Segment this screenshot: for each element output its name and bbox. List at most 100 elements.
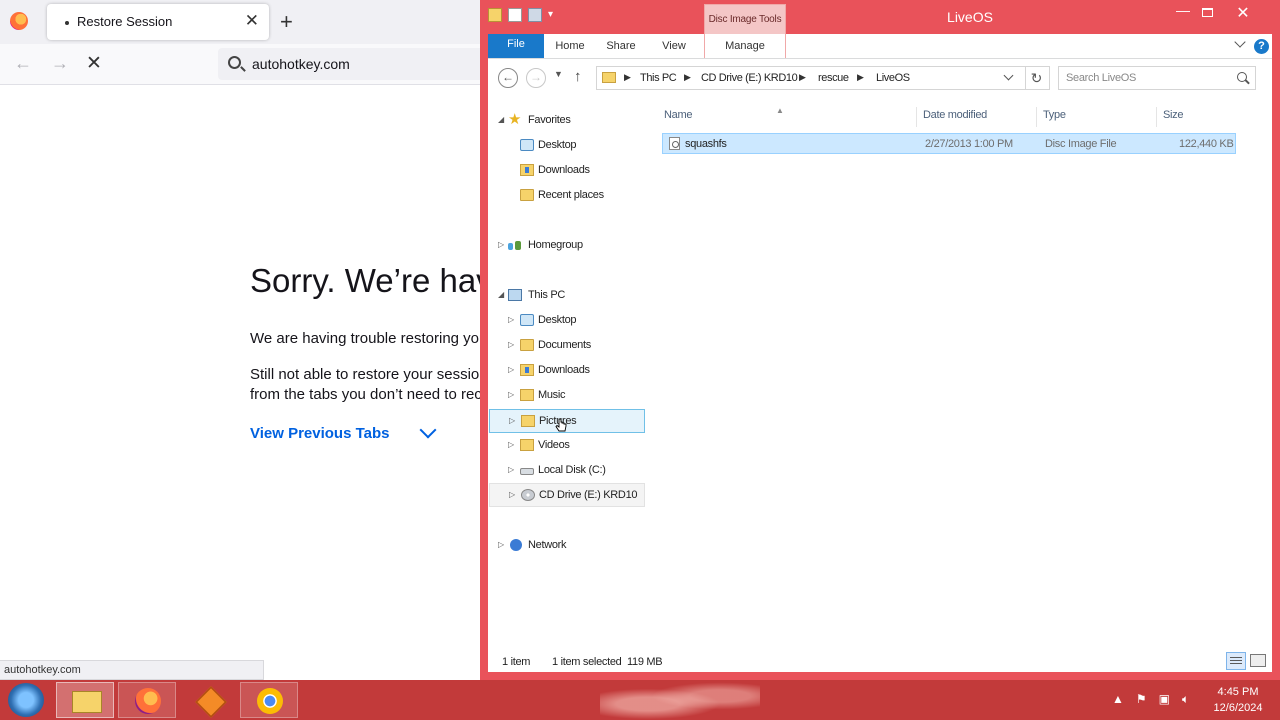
breadcrumb-cd-drive[interactable]: CD Drive (E:) KRD10 — [701, 72, 798, 84]
search-input[interactable]: Search LiveOS — [1058, 66, 1256, 90]
tab-view[interactable]: View — [650, 34, 698, 58]
tree-pc-pictures[interactable]: ▷ Pictures — [489, 409, 645, 433]
expand-icon[interactable]: ▷ — [508, 365, 514, 374]
tree-this-pc[interactable]: ◢ This PC — [496, 284, 646, 308]
page-title: Sorry. We’re hav — [250, 262, 493, 299]
column-header-size[interactable]: Size — [1156, 107, 1236, 127]
tree-label: Downloads — [538, 364, 590, 376]
back-button[interactable]: ← — [498, 68, 518, 88]
tab-close-button[interactable]: ✕ — [245, 11, 259, 31]
stop-loading-icon[interactable]: ✕ — [86, 52, 102, 75]
tab-restore-session[interactable]: Restore Session ✕ — [47, 4, 269, 40]
view-previous-tabs-button[interactable]: View Previous Tabs — [250, 425, 390, 442]
breadcrumb-separator[interactable]: ▶ — [684, 72, 691, 83]
taskbar-file-explorer[interactable] — [56, 682, 114, 718]
tree-fav-desktop[interactable]: Desktop — [496, 134, 646, 158]
expand-icon[interactable]: ▷ — [508, 315, 514, 324]
tree-fav-downloads[interactable]: Downloads — [496, 159, 646, 183]
clock-date: 12/6/2024 — [1213, 702, 1263, 714]
url-text[interactable]: autohotkey.com — [252, 56, 350, 72]
tab-manage[interactable]: Manage — [704, 34, 786, 58]
breadcrumb-separator[interactable]: ▶ — [624, 72, 631, 83]
close-button[interactable]: ✕ — [1230, 3, 1256, 23]
tree-fav-recent[interactable]: Recent places — [496, 184, 646, 208]
system-tray: ▲ ⚑ ▣ 🔈︎ — [1112, 692, 1189, 707]
column-header-date[interactable]: Date modified — [916, 107, 1036, 127]
tree-pc-videos[interactable]: ▷ Videos — [496, 434, 646, 458]
back-arrow-icon[interactable]: ← — [14, 53, 32, 74]
breadcrumb-this-pc[interactable]: This PC — [640, 72, 677, 84]
tree-pc-downloads[interactable]: ▷ Downloads — [496, 359, 646, 383]
tree-pc-local-disk[interactable]: ▷ Local Disk (C:) — [496, 459, 646, 483]
show-hidden-icons-icon[interactable]: ▲ — [1112, 692, 1124, 707]
forward-button[interactable]: → — [526, 68, 546, 88]
forward-arrow-icon[interactable]: → — [51, 53, 69, 74]
expand-ribbon-icon[interactable] — [1234, 36, 1246, 48]
firefox-logo-icon[interactable] — [10, 12, 28, 30]
search-placeholder: Search LiveOS — [1066, 72, 1137, 84]
properties-icon[interactable] — [508, 8, 522, 22]
collapse-icon[interactable]: ◢ — [498, 290, 504, 299]
breadcrumb-separator[interactable]: ▶ — [799, 72, 806, 83]
expand-icon[interactable]: ▷ — [509, 416, 515, 425]
expand-icon[interactable]: ▷ — [508, 340, 514, 349]
expand-icon[interactable]: ▷ — [509, 490, 515, 499]
column-header-name[interactable]: Name ▲ — [658, 106, 916, 127]
collapse-icon[interactable]: ◢ — [498, 115, 504, 124]
explorer-title-bar[interactable]: ▾ Disc Image Tools LiveOS — ✕ — [480, 0, 1280, 34]
recent-locations-icon[interactable]: ▼ — [554, 69, 563, 79]
tree-pc-documents[interactable]: ▷ Documents — [496, 334, 646, 358]
refresh-button[interactable]: ↻ — [1024, 66, 1050, 90]
breadcrumb-rescue[interactable]: rescue — [818, 72, 849, 84]
breadcrumb-separator[interactable]: ▶ — [857, 72, 864, 83]
explorer-status-bar: 1 item 1 item selected 119 MB — [488, 652, 1272, 672]
expand-icon[interactable]: ▷ — [508, 440, 514, 449]
tree-homegroup[interactable]: ▷ Homegroup — [496, 234, 646, 258]
explorer-window: ▾ Disc Image Tools LiveOS — ✕ File Home … — [480, 0, 1280, 680]
expand-icon[interactable]: ▷ — [508, 390, 514, 399]
new-folder-icon[interactable] — [528, 8, 542, 22]
tab-home[interactable]: Home — [550, 34, 590, 58]
expand-icon[interactable]: ▷ — [498, 540, 504, 549]
breadcrumb-liveos[interactable]: LiveOS — [876, 72, 910, 84]
up-arrow-icon[interactable]: ↑ — [574, 68, 582, 85]
help-icon[interactable]: ? — [1254, 39, 1269, 54]
expand-icon[interactable]: ▷ — [498, 240, 504, 249]
expand-icon[interactable]: ▷ — [508, 465, 514, 474]
music-icon — [520, 389, 534, 401]
tree-pc-cd-drive[interactable]: ▷ CD Drive (E:) KRD10 — [489, 483, 645, 507]
new-tab-button[interactable]: + — [280, 9, 293, 35]
minimize-button[interactable]: — — [1170, 2, 1196, 22]
clock[interactable]: 4:45 PM 12/6/2024 — [1208, 684, 1268, 716]
column-header-type[interactable]: Type — [1036, 107, 1156, 127]
chevron-down-icon[interactable] — [419, 421, 437, 439]
tree-favorites[interactable]: ◢ ★ Favorites — [496, 109, 646, 133]
address-bar[interactable]: ▶ This PC ▶ CD Drive (E:) KRD10 ▶ rescue… — [596, 66, 1026, 90]
volume-icon[interactable]: 🔈︎ — [1182, 692, 1189, 707]
recent-places-icon — [520, 189, 534, 201]
taskbar-firefox[interactable] — [118, 682, 176, 718]
taskbar-wallpaper-decoration — [600, 680, 760, 720]
start-button[interactable] — [8, 683, 44, 717]
tab-file[interactable]: File — [488, 34, 544, 58]
action-center-flag-icon[interactable]: ⚑ — [1136, 692, 1147, 707]
network-status-icon[interactable]: ▣ — [1159, 692, 1170, 707]
taskbar-chrome[interactable] — [240, 682, 298, 718]
tree-pc-music[interactable]: ▷ Music — [496, 384, 646, 408]
file-row[interactable]: squashfs 2/27/2013 1:00 PM Disc Image Fi… — [662, 133, 1236, 154]
details-view-button[interactable] — [1226, 652, 1246, 670]
disc-image-file-icon — [669, 137, 680, 150]
maximize-button[interactable] — [1194, 4, 1220, 24]
error-hint: Still not able to restore your session f… — [250, 365, 488, 405]
tree-label: CD Drive (E:) KRD10 — [539, 489, 638, 501]
taskbar-app-icon[interactable] — [180, 682, 238, 718]
tree-network[interactable]: ▷ Network — [496, 534, 646, 558]
tab-share[interactable]: Share — [602, 34, 640, 58]
customize-toolbar-icon[interactable]: ▾ — [548, 8, 558, 22]
tree-pc-desktop[interactable]: ▷ Desktop — [496, 309, 646, 333]
error-hint-line-2: from the tabs you don’t need to rec — [250, 386, 482, 403]
address-dropdown-icon[interactable] — [1003, 70, 1014, 81]
folder-icon[interactable] — [488, 8, 502, 22]
tree-label: This PC — [528, 289, 566, 301]
large-icons-view-button[interactable] — [1250, 654, 1266, 667]
